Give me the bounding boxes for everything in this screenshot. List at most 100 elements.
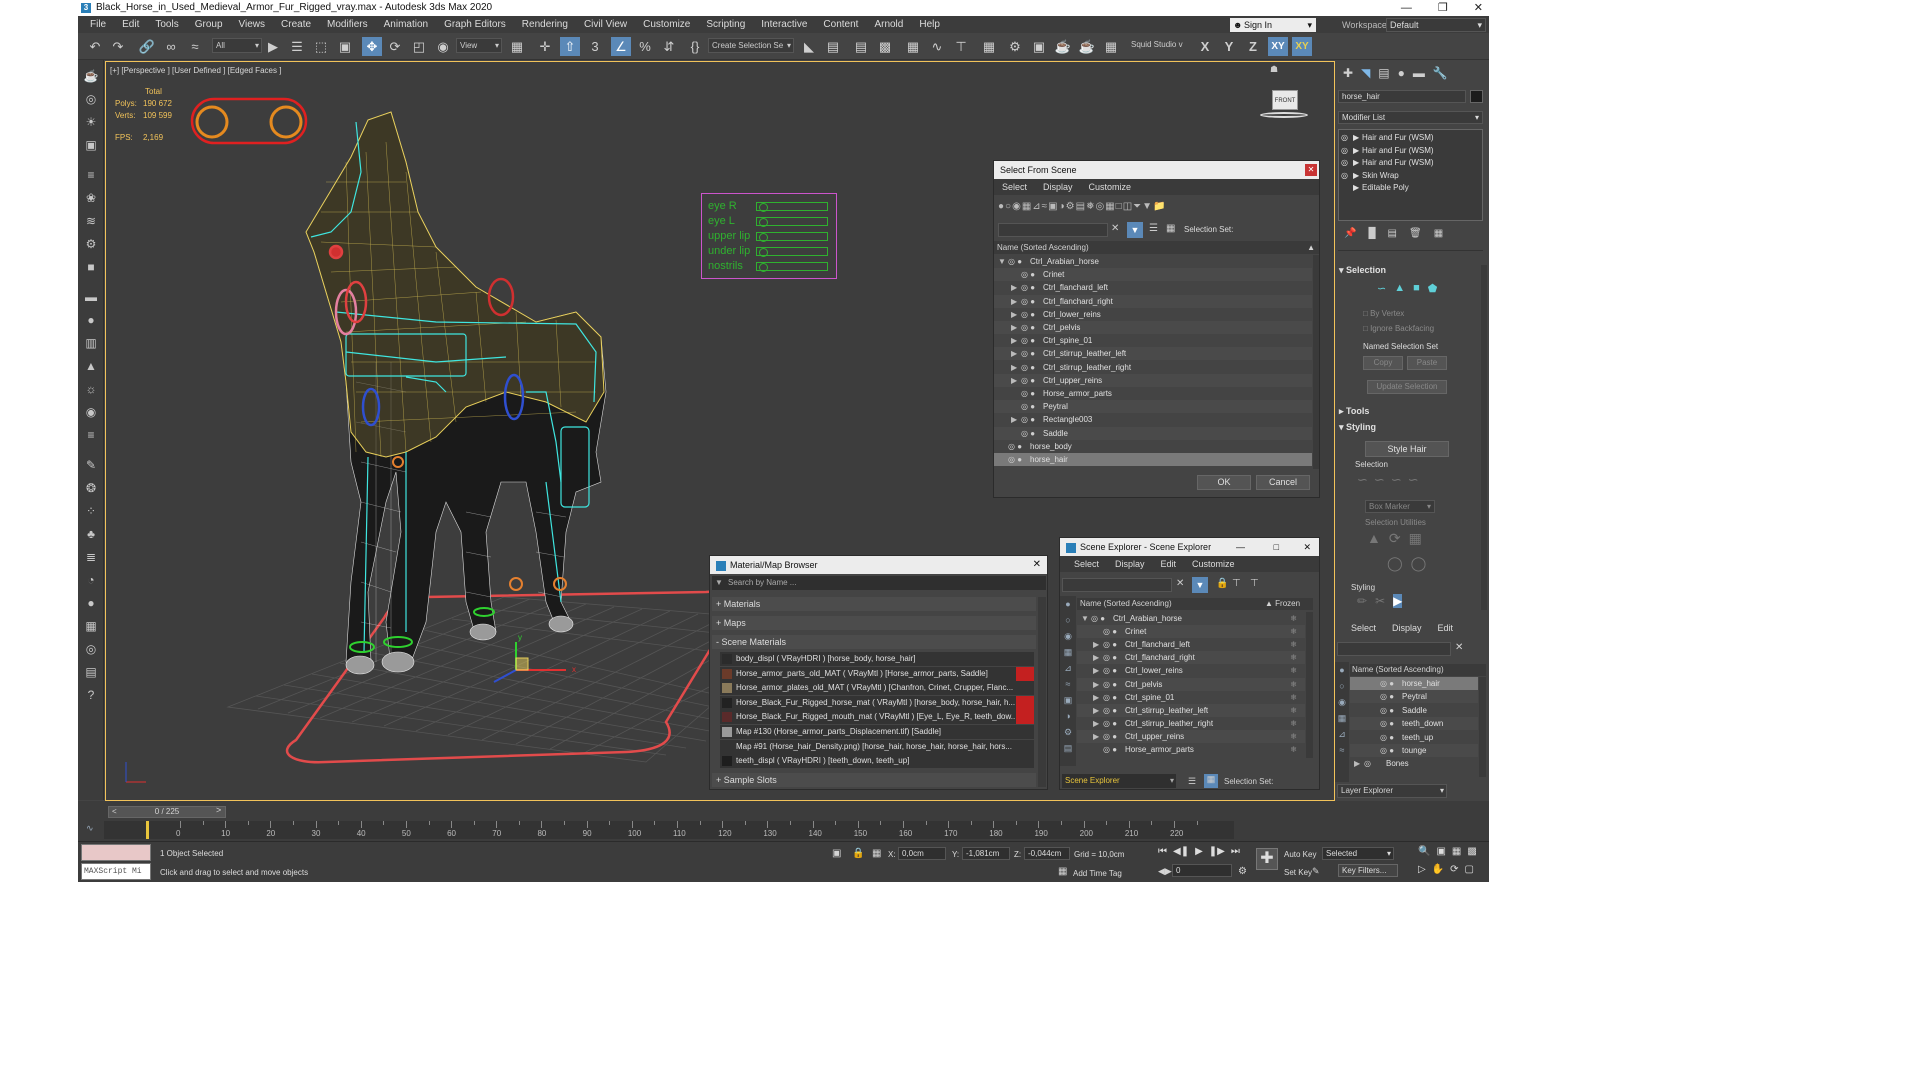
menu-customize[interactable]: Customize: [635, 19, 698, 30]
space-warps-icon[interactable]: ≋: [82, 213, 100, 229]
show-hidden-icon[interactable]: ◯: [1411, 555, 1427, 572]
hierarchy-tab-icon[interactable]: ▤: [1378, 66, 1389, 80]
rendered-frame-window-icon[interactable]: ▣: [1030, 37, 1048, 56]
key-mode-icon[interactable]: ◀▶: [1158, 866, 1172, 877]
expand-arrow-icon[interactable]: ▶: [1093, 678, 1103, 691]
toggle-ribbon-icon[interactable]: ▦: [904, 37, 922, 56]
menu-rendering[interactable]: Rendering: [514, 19, 576, 30]
command-panel-scrollbar[interactable]: [1481, 265, 1487, 610]
expand-arrow-icon[interactable]: ▶: [1093, 664, 1103, 677]
hair-brush-icon[interactable]: ✏: [1357, 594, 1367, 608]
shapes-icon[interactable]: ◎: [82, 91, 100, 107]
expand-arrow-icon[interactable]: ▼: [998, 255, 1008, 268]
next-frame-icon[interactable]: >: [216, 805, 221, 815]
zoom-icon[interactable]: 🔍: [1418, 846, 1430, 857]
freeze-toggle-icon[interactable]: ❄: [1290, 638, 1297, 651]
freeze-toggle-icon[interactable]: ❄: [1290, 651, 1297, 664]
material-editor-icon[interactable]: ▦: [980, 37, 998, 56]
percent-snap-icon[interactable]: %: [636, 37, 654, 56]
select-and-scale-icon[interactable]: ◰: [410, 37, 428, 56]
zoom-extents-icon[interactable]: ▦: [1452, 846, 1461, 857]
visibility-eye-icon[interactable]: ◎ ●: [1380, 731, 1402, 744]
display-cameras-icon[interactable]: ▦: [1022, 201, 1031, 221]
expand-selection-icon[interactable]: ▦: [1409, 530, 1422, 547]
teapot-icon[interactable]: ☕: [82, 68, 100, 84]
lamp-icon[interactable]: ❀: [82, 190, 100, 206]
select-from-scene-scrollbar[interactable]: [1313, 255, 1319, 469]
expand-arrow-icon[interactable]: ▶: [1011, 361, 1021, 374]
rotate-selection-icon[interactable]: ⟳: [1389, 530, 1401, 547]
mirror-icon[interactable]: ◣: [800, 37, 818, 56]
curve-editor-mini-icon[interactable]: ∿: [86, 823, 94, 834]
le-menu-display[interactable]: Display: [1384, 623, 1430, 633]
layers-icon[interactable]: ☰: [1149, 223, 1158, 234]
absolute-mode-icon[interactable]: ▦: [872, 848, 881, 859]
layers-icon[interactable]: ☰: [1188, 776, 1196, 787]
axis-z-button[interactable]: Z: [1244, 37, 1262, 56]
layer-explorer-row[interactable]: ◎ ● tounge: [1350, 744, 1478, 757]
menu-scripting[interactable]: Scripting: [698, 19, 753, 30]
brush-icon[interactable]: ❂: [82, 480, 100, 496]
blue-sphere-icon[interactable]: ●: [82, 595, 100, 611]
geosphere-icon[interactable]: ◉: [82, 404, 100, 420]
object-color-swatch[interactable]: [1470, 90, 1483, 103]
expand-arrow-icon[interactable]: ▼: [1081, 612, 1091, 625]
render-icon[interactable]: ▦: [82, 618, 100, 634]
modifier-stack-item[interactable]: ◎ ▶ Hair and Fur (WSM): [1341, 132, 1481, 144]
display-tab-icon[interactable]: ▬: [1413, 66, 1425, 80]
rig-slider-upper-lip[interactable]: [756, 232, 828, 242]
visibility-eye-icon[interactable]: ◎ ●: [1091, 612, 1113, 625]
clear-search-icon[interactable]: ✕: [1111, 223, 1119, 234]
menu-help[interactable]: Help: [911, 19, 948, 30]
expand-arrow-icon[interactable]: ▶: [1011, 308, 1021, 321]
tree-icon[interactable]: ♣: [82, 526, 100, 542]
set-keys-icon[interactable]: ✚: [1256, 848, 1278, 870]
scene-explorer-row[interactable]: ▶ ◎ ● Ctrl_upper_reins ❄: [1077, 729, 1305, 743]
visibility-eye-icon[interactable]: ◎ ●: [1008, 440, 1030, 453]
select-whole-guide-icon[interactable]: ∽: [1374, 472, 1385, 488]
visibility-eye-icon[interactable]: ◎ ●: [1021, 427, 1043, 440]
menu-tools[interactable]: Tools: [147, 19, 186, 30]
previous-key-icon[interactable]: ◀❚: [1173, 846, 1189, 857]
scene-material-item[interactable]: Horse_Black_Fur_Rigged_mouth_mat ( VRayM…: [720, 710, 1034, 725]
rig-slider-eye-R[interactable]: [756, 202, 828, 212]
scene-explorer-scrollbar[interactable]: [1306, 612, 1313, 758]
select-guide-vertices-icon[interactable]: ∽: [1391, 472, 1402, 488]
cylinder-icon[interactable]: ▥: [82, 335, 100, 351]
pivot-center-icon[interactable]: ▦: [508, 37, 526, 56]
previous-frame-icon[interactable]: <: [112, 807, 117, 817]
scene-materials-section[interactable]: - Scene Materials: [712, 635, 1036, 649]
hair-select-icon[interactable]: ▶: [1393, 594, 1403, 608]
close-icon[interactable]: ✕: [1474, 0, 1483, 16]
display-invert-icon[interactable]: ◫: [1123, 201, 1132, 221]
particles-icon[interactable]: ⁘: [82, 503, 100, 519]
visibility-eye-icon[interactable]: ◎: [1364, 757, 1386, 770]
hierarchy-icon[interactable]: ⊤: [1232, 578, 1241, 589]
orbit-icon[interactable]: ⟳: [1450, 864, 1458, 875]
make-unique-icon[interactable]: ▤: [1388, 228, 1397, 244]
close-icon[interactable]: ✕: [1033, 556, 1041, 574]
hair-fur-icon[interactable]: ≣: [82, 549, 100, 565]
scene-material-item[interactable]: Map #91 (Horse_hair_Density.png) [horse_…: [720, 739, 1034, 754]
sphere-icon[interactable]: ●: [82, 312, 100, 328]
scene-explorer-row[interactable]: ▶ ◎ ● Ctrl_pelvis ❄: [1077, 677, 1305, 691]
freeze-toggle-icon[interactable]: ❄: [1290, 625, 1297, 638]
layer-explorer-toggle-icon[interactable]: ▩: [876, 37, 894, 56]
lock-icon[interactable]: 🔒: [1216, 578, 1228, 589]
freeze-toggle-icon[interactable]: ❄: [1290, 743, 1297, 756]
skin-icon[interactable]: ◔: [82, 572, 100, 588]
expand-arrow-icon[interactable]: ▶: [1011, 347, 1021, 360]
visibility-eye-icon[interactable]: ◎ ●: [1021, 347, 1043, 360]
modifier-expand-icon[interactable]: ▶: [1353, 145, 1362, 157]
scene-explorer-row[interactable]: ▶ ◎ ● Ctrl_stirrup_leather_right ❄: [1077, 717, 1305, 730]
pin-stack-icon[interactable]: 📌: [1344, 228, 1356, 244]
plane-icon[interactable]: ▬: [82, 289, 100, 305]
z-coordinate-field[interactable]: -0,044cm: [1024, 847, 1070, 860]
light-icon[interactable]: ☀: [82, 114, 100, 130]
layer-explorer-row[interactable]: ◎ ● Saddle: [1350, 704, 1478, 717]
reference-coordinate-select[interactable]: View ▾: [456, 38, 502, 53]
layer-explorer-row[interactable]: ◎ ● teeth_down: [1350, 717, 1478, 731]
angle-snap-icon[interactable]: ∠: [611, 37, 631, 56]
helpers-icon[interactable]: ≡: [82, 167, 100, 183]
create-tab-icon[interactable]: ✚: [1343, 66, 1353, 80]
